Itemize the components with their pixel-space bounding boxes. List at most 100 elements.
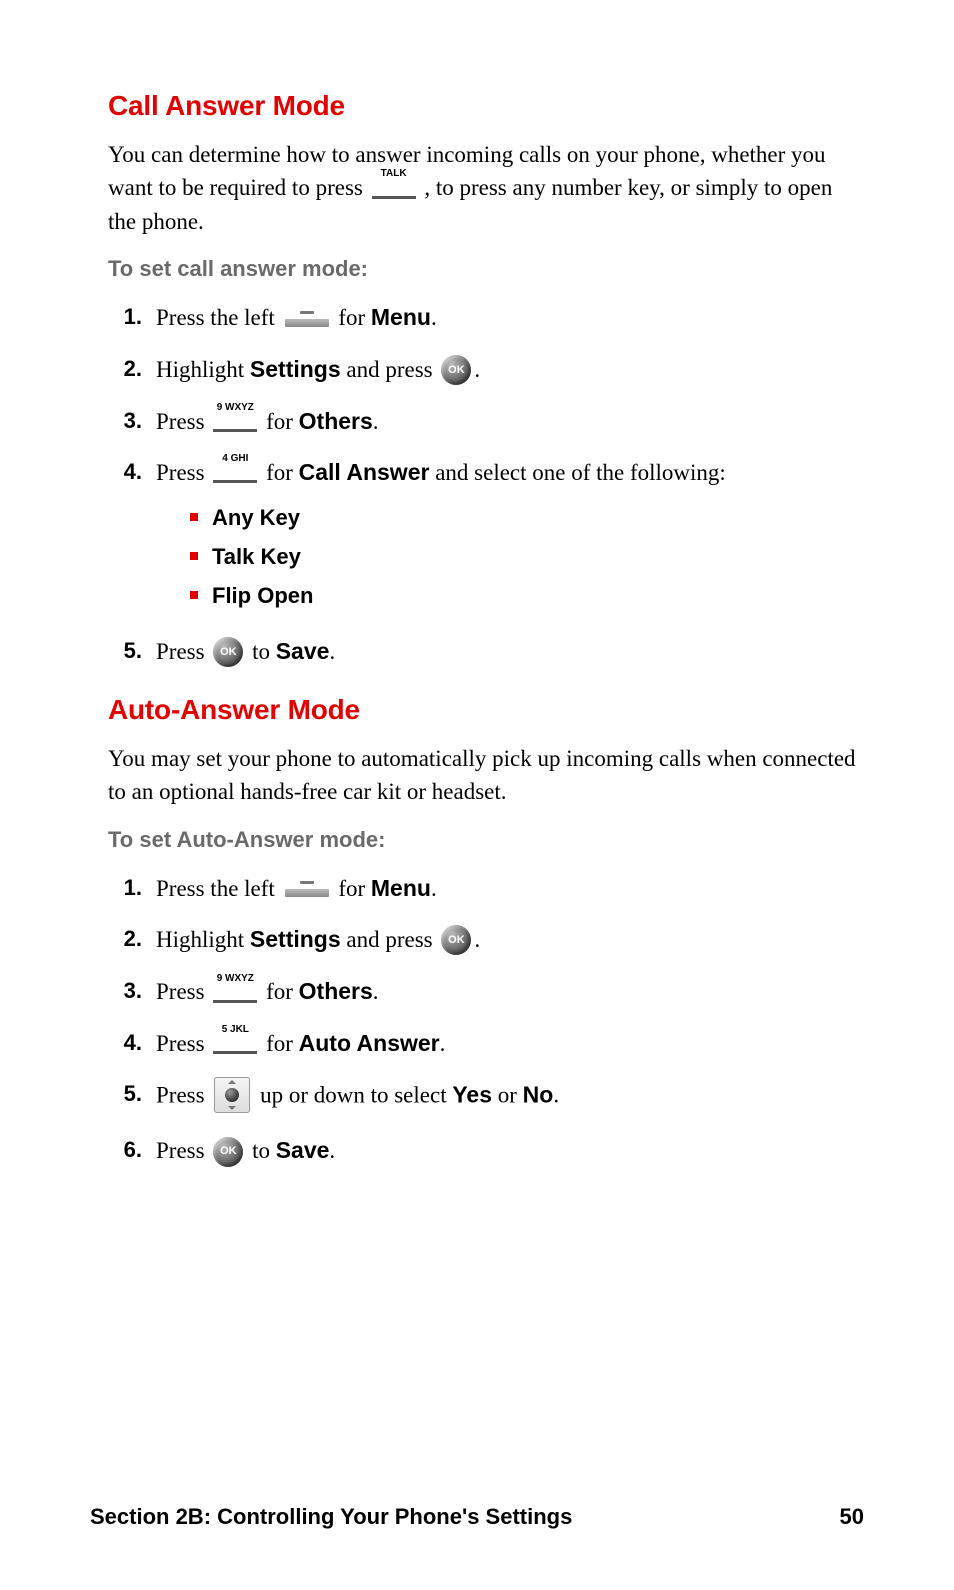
save-label: Save bbox=[276, 638, 330, 664]
set-auto-answer-subhead: To set Auto-Answer mode: bbox=[108, 827, 864, 853]
step-number: 1. bbox=[108, 871, 142, 904]
txt: Press bbox=[156, 460, 210, 485]
ok-button-icon: OK bbox=[213, 1137, 243, 1167]
set-call-answer-subhead: To set call answer mode: bbox=[108, 256, 864, 282]
call-answer-steps: 1. Press the left for Menu. 2. Highlight… bbox=[108, 300, 864, 670]
page: Call Answer Mode You can determine how t… bbox=[0, 0, 954, 1590]
step-number: 3. bbox=[108, 404, 142, 437]
call-answer-mode-title: Call Answer Mode bbox=[108, 90, 864, 122]
txt: for bbox=[266, 460, 299, 485]
txt: . bbox=[474, 927, 480, 952]
step: 4. Press 5 JKL for Auto Answer. bbox=[108, 1026, 864, 1062]
step: 4. Press 4 GHI for Call Answer and selec… bbox=[108, 455, 864, 618]
talk-key-icon: TALK bbox=[372, 178, 416, 199]
call-answer-options: Any Key Talk Key Flip Open bbox=[190, 501, 864, 612]
menu-label: Menu bbox=[371, 875, 431, 901]
auto-answer-mode-title: Auto-Answer Mode bbox=[108, 694, 864, 726]
five-key-icon: 5 JKL bbox=[213, 1033, 257, 1054]
step: 2. Highlight Settings and press OK. bbox=[108, 922, 864, 958]
bullet-icon bbox=[190, 513, 198, 521]
step: 1. Press the left for Menu. bbox=[108, 300, 864, 336]
auto-answer-label: Auto Answer bbox=[299, 1030, 440, 1056]
option-label: Flip Open bbox=[212, 579, 313, 612]
txt: for bbox=[266, 409, 299, 434]
step-number: 2. bbox=[108, 922, 142, 955]
step: 5. Press up or down to select Yes or No. bbox=[108, 1077, 864, 1117]
txt: . bbox=[440, 1031, 446, 1056]
others-label: Others bbox=[299, 408, 373, 434]
txt: Press bbox=[156, 639, 210, 664]
softkey-icon bbox=[285, 311, 329, 327]
txt: for bbox=[266, 979, 299, 1004]
txt: or bbox=[498, 1083, 523, 1108]
step: 3. Press 9 WXYZ for Others. bbox=[108, 974, 864, 1010]
softkey-icon bbox=[285, 881, 329, 897]
txt: . bbox=[329, 639, 335, 664]
ok-button-icon: OK bbox=[441, 925, 471, 955]
txt: . bbox=[373, 409, 379, 434]
list-item: Talk Key bbox=[190, 540, 864, 573]
menu-label: Menu bbox=[371, 304, 431, 330]
step-number: 5. bbox=[108, 1077, 142, 1110]
step-number: 6. bbox=[108, 1133, 142, 1166]
step-number: 3. bbox=[108, 974, 142, 1007]
txt: . bbox=[431, 305, 437, 330]
txt: . bbox=[431, 876, 437, 901]
call-answer-label: Call Answer bbox=[299, 459, 430, 485]
step: 3. Press 9 WXYZ for Others. bbox=[108, 404, 864, 440]
others-label: Others bbox=[299, 978, 373, 1004]
step-number: 1. bbox=[108, 300, 142, 333]
page-footer: Section 2B: Controlling Your Phone's Set… bbox=[90, 1504, 864, 1530]
txt: for bbox=[338, 876, 371, 901]
footer-section-label: Section 2B: Controlling Your Phone's Set… bbox=[90, 1504, 572, 1530]
ok-button-icon: OK bbox=[213, 637, 243, 667]
txt: and press bbox=[346, 357, 438, 382]
txt: Press bbox=[156, 979, 210, 1004]
no-label: No bbox=[523, 1082, 554, 1108]
step-number: 4. bbox=[108, 455, 142, 488]
bullet-icon bbox=[190, 591, 198, 599]
txt: to bbox=[252, 639, 276, 664]
ok-button-icon: OK bbox=[441, 355, 471, 385]
four-key-icon: 4 GHI bbox=[213, 462, 257, 483]
txt: . bbox=[373, 979, 379, 1004]
step: 2. Highlight Settings and press OK. bbox=[108, 352, 864, 388]
step: 5. Press OK to Save. bbox=[108, 634, 864, 670]
txt: for bbox=[338, 305, 371, 330]
step-number: 4. bbox=[108, 1026, 142, 1059]
txt: Press bbox=[156, 1083, 210, 1108]
auto-answer-steps: 1. Press the left for Menu. 2. Highlight… bbox=[108, 871, 864, 1170]
txt: Press bbox=[156, 1031, 210, 1056]
settings-label: Settings bbox=[250, 356, 341, 382]
option-label: Any Key bbox=[212, 501, 300, 534]
txt: Press the left bbox=[156, 305, 281, 330]
txt: and press bbox=[346, 927, 438, 952]
page-number: 50 bbox=[840, 1504, 864, 1530]
txt: Press bbox=[156, 409, 210, 434]
txt: for bbox=[266, 1031, 299, 1056]
nine-key-icon: 9 WXYZ bbox=[213, 411, 257, 432]
txt: Highlight bbox=[156, 357, 250, 382]
txt: Highlight bbox=[156, 927, 250, 952]
txt: and select one of the following: bbox=[429, 460, 725, 485]
nav-pad-icon bbox=[214, 1077, 250, 1113]
txt: to bbox=[252, 1138, 276, 1163]
txt: up or down to select bbox=[260, 1083, 452, 1108]
auto-answer-intro: You may set your phone to automatically … bbox=[108, 742, 864, 809]
txt: . bbox=[474, 357, 480, 382]
call-answer-intro: You can determine how to answer incoming… bbox=[108, 138, 864, 238]
txt: Press the left bbox=[156, 876, 281, 901]
step: 1. Press the left for Menu. bbox=[108, 871, 864, 907]
list-item: Any Key bbox=[190, 501, 864, 534]
option-label: Talk Key bbox=[212, 540, 301, 573]
txt: . bbox=[553, 1083, 559, 1108]
list-item: Flip Open bbox=[190, 579, 864, 612]
settings-label: Settings bbox=[250, 926, 341, 952]
txt: Press bbox=[156, 1138, 210, 1163]
step: 6. Press OK to Save. bbox=[108, 1133, 864, 1169]
step-number: 2. bbox=[108, 352, 142, 385]
step-number: 5. bbox=[108, 634, 142, 667]
yes-label: Yes bbox=[452, 1082, 492, 1108]
nine-key-icon: 9 WXYZ bbox=[213, 982, 257, 1003]
save-label: Save bbox=[276, 1137, 330, 1163]
